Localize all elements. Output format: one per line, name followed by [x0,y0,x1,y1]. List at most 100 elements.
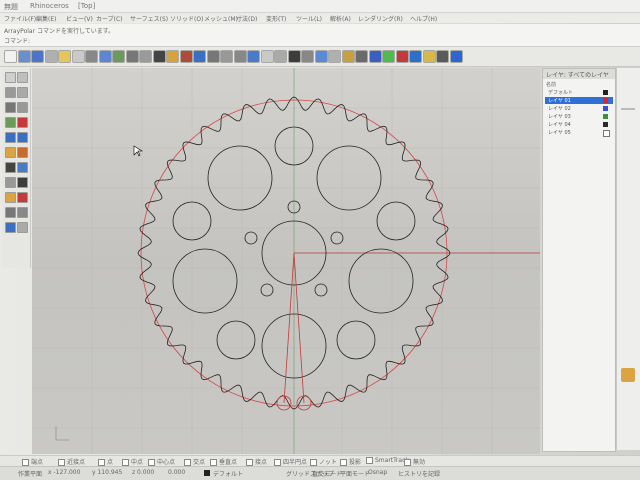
osnap-disable[interactable]: 無効 [404,457,425,466]
menu-edit[interactable]: 編集(E) [36,14,56,23]
modeling-tool-icon[interactable] [5,162,16,173]
menu-curve[interactable]: カーブ(C) [96,14,123,23]
status-planar[interactable]: 平面モード [340,469,370,478]
osnap-quad[interactable]: 四半円点 [274,457,307,466]
layer-row-03[interactable]: レイヤ 03 [545,113,613,120]
toolbar-tool-icon[interactable] [4,50,17,63]
toolbar-tool-icon[interactable] [71,50,85,63]
toolbar-tool-icon[interactable] [152,50,166,63]
layer-color-swatch[interactable] [603,130,610,137]
menu-file[interactable]: ファイル(F) [4,14,36,23]
toolbar-tool-icon[interactable] [382,50,395,63]
menu-surface[interactable]: サーフェス(S) [130,14,168,23]
menu-tools[interactable]: ツール(L) [296,14,322,23]
toolbar-tool-icon[interactable] [355,50,368,63]
layer-color-swatch[interactable] [603,98,608,103]
toolbar-tool-icon[interactable] [220,50,233,63]
modeling-tool-icon[interactable] [5,132,16,143]
toolbar-tool-icon[interactable] [314,50,328,63]
menu-analyze[interactable]: 解析(A) [330,14,351,23]
modeling-tool-icon[interactable] [17,207,28,218]
modeling-tool-icon[interactable] [17,102,28,113]
toolbar-tool-icon[interactable] [85,50,98,63]
osnap-point[interactable]: 点 [98,457,113,466]
modeling-tool-icon[interactable] [17,117,28,128]
toolbar-tool-icon[interactable] [395,50,409,63]
toolbar-tool-icon[interactable] [125,50,139,63]
toolbar-tool-icon[interactable] [98,50,112,63]
status-layer[interactable]: デフォルト [213,469,243,478]
toolbar-tool-icon[interactable] [287,50,301,63]
menu-mesh[interactable]: メッシュ(M) [204,14,238,23]
toolbar-tool-icon[interactable] [206,50,220,63]
layer-color-swatch[interactable] [603,106,608,111]
toolbar-tool-icon[interactable] [58,50,71,63]
menu-solid[interactable]: ソリッド(O) [170,14,203,23]
toolbar-tool-icon[interactable] [341,50,355,63]
modeling-tool-icon[interactable] [5,147,16,158]
osnap-knot[interactable]: ノット [310,457,337,466]
status-record-history[interactable]: ヒストリを記録 [398,469,440,478]
menu-view[interactable]: ビュー(V) [66,14,93,23]
layer-color-swatch[interactable] [603,114,608,119]
modeling-tool-icon[interactable] [5,177,16,188]
modeling-tool-icon[interactable] [17,147,28,158]
toolbar-tool-icon[interactable] [436,50,449,63]
modeling-tool-icon[interactable] [17,192,28,203]
toolbar-tool-icon[interactable] [31,50,44,63]
toolbar-tool-icon[interactable] [233,50,247,63]
toolbar-tool-icon[interactable] [179,50,193,63]
layer-row-02[interactable]: レイヤ 02 [545,105,613,112]
toolbar-tool-icon[interactable] [274,50,287,63]
modeling-tool-icon[interactable] [17,72,28,83]
osnap-near[interactable]: 近接点 [58,457,85,466]
osnap-project[interactable]: 投影 [340,457,361,466]
toolbar-tool-icon[interactable] [139,50,152,63]
drawing-canvas[interactable] [32,68,540,454]
modeling-tool-icon[interactable] [5,192,16,203]
layer-row-default[interactable]: デフォルト [545,89,613,96]
osnap-end[interactable]: 端点 [22,457,43,466]
menu-transform[interactable]: 変形(T) [266,14,286,23]
modeling-tool-icon[interactable] [17,132,28,143]
modeling-tool-icon[interactable] [17,87,28,98]
osnap-mid[interactable]: 中点 [122,457,143,466]
modeling-tool-icon[interactable] [17,162,28,173]
menu-render[interactable]: レンダリング(R) [358,14,403,23]
status-ortho[interactable]: 直交モード [312,469,342,478]
toolbar-tool-icon[interactable] [301,50,314,63]
toolbar-tool-icon[interactable] [422,50,436,63]
render-preview-icon[interactable] [621,368,635,382]
command-prompt[interactable]: コマンド: [4,36,30,45]
osnap-tangent[interactable]: 接点 [246,457,267,466]
toolbar-tool-icon[interactable] [409,50,422,63]
layer-row-04[interactable]: レイヤ 04 [545,121,613,128]
modeling-tool-icon[interactable] [17,177,28,188]
osnap-smarttrack[interactable]: SmartTrack [366,457,409,464]
toolbar-tool-icon[interactable] [166,50,179,63]
layer-color-swatch[interactable] [603,122,608,127]
toolbar-tool-icon[interactable] [328,50,341,63]
menu-dimension[interactable]: 寸法(D) [236,14,257,23]
modeling-tool-icon[interactable] [17,222,28,233]
modeling-tool-icon[interactable] [5,117,16,128]
toolbar-tool-icon[interactable] [449,50,463,63]
toolbar-tool-icon[interactable] [44,50,58,63]
top-viewport[interactable] [32,68,540,454]
toolbar-tool-icon[interactable] [17,50,31,63]
status-osnap[interactable]: Osnap [368,469,387,476]
layer-row-01-selected[interactable]: レイヤ 01 [545,97,613,104]
osnap-intersection[interactable]: 交点 [184,457,205,466]
modeling-tool-icon[interactable] [5,222,16,233]
osnap-perpendicular[interactable]: 垂直点 [210,457,237,466]
toolbar-tool-icon[interactable] [247,50,260,63]
modeling-tool-icon[interactable] [5,102,16,113]
modeling-tool-icon[interactable] [5,207,16,218]
toolbar-tool-icon[interactable] [260,50,274,63]
toolbar-tool-icon[interactable] [193,50,206,63]
osnap-center[interactable]: 中心点 [148,457,175,466]
modeling-tool-icon[interactable] [5,87,16,98]
menu-help[interactable]: ヘルプ(H) [410,14,437,23]
layer-color-swatch[interactable] [603,90,608,95]
toolbar-tool-icon[interactable] [112,50,125,63]
